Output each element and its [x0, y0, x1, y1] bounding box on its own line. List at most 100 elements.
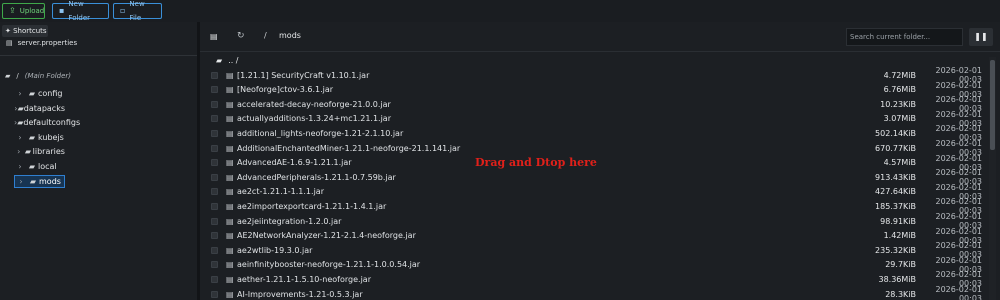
tree-root-label: / — [16, 72, 19, 80]
parent-directory-row[interactable]: ▰ .. / — [216, 56, 238, 65]
shortcut-server-properties[interactable]: ▤ server.properties — [6, 39, 77, 47]
row-checkbox[interactable] — [211, 261, 218, 269]
file-name[interactable]: actuallyadditions-1.3.24+mc1.21.1.jar — [237, 114, 856, 123]
list-view-icon[interactable]: ▤ — [210, 32, 218, 41]
sidebar-folder-label: local — [38, 162, 57, 171]
refresh-icon[interactable]: ↻ — [237, 31, 245, 41]
file-row[interactable]: ▤ ae2jeiintegration-1.2.0.jar 98.91KiB 2026… — [210, 212, 982, 230]
upload-button[interactable]: ⇪ Upload — [2, 3, 45, 19]
sidebar-folder-defaultconfigs[interactable]: › ▰ defaultconfigs — [14, 116, 80, 129]
file-row[interactable]: ▤ aether-1.21.1-1.5.10-neoforge.jar 38.36M… — [210, 270, 982, 288]
file-name[interactable]: [1.21.1] SecurityCraft v1.10.1.jar — [237, 71, 856, 80]
file-row[interactable]: ▤ AI-Improvements-1.21-0.5.3.jar 28.3KiB 20… — [210, 285, 983, 300]
file-name[interactable]: ae2importexportcard-1.21.1-1.4.1.jar — [237, 202, 856, 211]
shortcuts-label: Shortcuts — [13, 27, 47, 35]
row-checkbox[interactable] — [211, 173, 218, 181]
new-file-icon: ▫ — [120, 6, 126, 15]
tree-root[interactable]: ▰ / (Main Folder) — [5, 72, 71, 80]
file-icon: ▤ — [226, 85, 234, 95]
file-row[interactable]: ▤ ae2importexportcard-1.21.1-1.4.1.jar 185… — [210, 197, 982, 215]
file-name[interactable]: AI-Improvements-1.21-0.5.3.jar — [237, 290, 856, 299]
row-checkbox[interactable] — [211, 188, 218, 196]
file-row[interactable]: ▤ [Neoforge]ctov-3.6.1.jar 6.76MiB 2026-02-… — [210, 81, 982, 99]
folder-icon: ▰ — [29, 176, 37, 186]
row-checkbox[interactable] — [211, 86, 218, 94]
row-checkbox[interactable] — [211, 129, 218, 137]
file-name[interactable]: accelerated-decay-neoforge-21.0.0.jar — [237, 100, 856, 109]
row-checkbox[interactable] — [211, 290, 218, 298]
file-row[interactable]: ▤ AdvancedPeripherals-1.21.1-0.7.59b.jar 9… — [210, 168, 982, 186]
breadcrumb-root[interactable]: / — [264, 31, 267, 40]
sidebar-folder-label: libraries — [32, 147, 65, 157]
file-size: 4.57MiB — [883, 158, 916, 168]
file-icon: ▤ — [226, 201, 234, 211]
drop-zone-hint: Drag and Dtop here — [475, 156, 597, 169]
sidebar-folder-local[interactable]: › ▰ local — [14, 160, 65, 173]
shortcuts-header: ✦ Shortcuts — [2, 25, 48, 37]
new-file-button[interactable]: ▫ New File — [113, 0, 162, 22]
file-row[interactable]: ▤ accelerated-decay-neoforge-21.0.0.jar 10… — [210, 95, 982, 113]
sidebar-folder-mods[interactable]: › ▰ mods — [14, 174, 65, 188]
file-name[interactable]: AE2NetworkAnalyzer-1.21-2.1.4-neoforge.j… — [237, 231, 856, 240]
file-size: 670.77KiB — [875, 143, 916, 153]
file-name[interactable]: additional_lights-neoforge-1.21-2.1.10.j… — [237, 129, 856, 138]
file-row[interactable]: ▤ ae2wtlib-19.3.0.jar 235.32KiB 2026-02-01 … — [210, 241, 982, 259]
file-row[interactable]: ▤ aeinfinitybooster-neoforge-1.21.1-1.0.0… — [210, 256, 982, 274]
chevron-right-icon[interactable]: › — [14, 133, 26, 142]
file-date: 2026-02-01 00:03 — [935, 285, 983, 300]
row-checkbox[interactable] — [211, 159, 218, 167]
row-checkbox[interactable] — [211, 202, 218, 210]
sidebar-folder-label: defaultconfigs — [23, 118, 81, 128]
file-icon: ▤ — [226, 260, 234, 270]
folder-icon: ▰ — [216, 56, 223, 65]
sidebar-folder-libraries[interactable]: › ▰ libraries — [14, 145, 65, 158]
sidebar-folder-kubejs[interactable]: › ▰ kubejs — [14, 131, 65, 144]
row-checkbox[interactable] — [211, 246, 218, 254]
file-name[interactable]: ae2wtlib-19.3.0.jar — [237, 246, 856, 255]
file-row[interactable]: ▤ AdditionalEnchantedMiner-1.21.1-neoforg… — [210, 139, 982, 157]
chevron-right-icon[interactable]: › — [15, 177, 27, 186]
folder-icon: ▰ — [28, 89, 36, 98]
file-size: 427.64KiB — [875, 187, 916, 197]
sidebar-folder-config[interactable]: › ▰ config — [14, 87, 65, 100]
top-toolbar: ⇪ Upload ▪ New Folder ▫ New File — [0, 0, 1000, 22]
file-name[interactable]: aeinfinitybooster-neoforge-1.21.1-1.0.0.… — [237, 260, 856, 269]
pause-icon: ❚❚ — [974, 32, 988, 41]
row-checkbox[interactable] — [211, 100, 218, 108]
sidebar-divider — [0, 55, 197, 56]
file-name[interactable]: ae2ct-1.21.1-1.1.1.jar — [237, 187, 856, 196]
file-name[interactable]: AdvancedPeripherals-1.21.1-0.7.59b.jar — [237, 173, 856, 182]
row-checkbox[interactable] — [211, 232, 218, 240]
scrollbar-thumb[interactable] — [990, 60, 995, 150]
file-name[interactable]: [Neoforge]ctov-3.6.1.jar — [237, 85, 856, 94]
file-row[interactable]: ▤ actuallyadditions-1.3.24+mc1.21.1.jar 3.… — [210, 110, 982, 128]
file-name[interactable]: AdditionalEnchantedMiner-1.21.1-neoforge… — [237, 144, 856, 153]
file-name[interactable]: aether-1.21.1-1.5.10-neoforge.jar — [237, 275, 856, 284]
sidebar-folder-datapacks[interactable]: › ▰ datapacks — [14, 102, 65, 115]
folder-icon: ▰ — [28, 132, 36, 142]
file-size: 235.32KiB — [875, 245, 916, 255]
row-checkbox[interactable] — [211, 115, 218, 123]
breadcrumb-current[interactable]: mods — [279, 31, 301, 40]
file-icon: ▤ — [226, 274, 234, 284]
file-row[interactable]: ▤ AE2NetworkAnalyzer-1.21-2.1.4-neoforge.… — [210, 227, 982, 245]
file-name[interactable]: ae2jeiintegration-1.2.0.jar — [237, 217, 856, 226]
file-icon: ▤ — [226, 99, 234, 109]
pause-button[interactable]: ❚❚ — [969, 28, 993, 46]
file-row[interactable]: ▤ additional_lights-neoforge-1.21-2.1.10.… — [210, 124, 982, 142]
folder-icon: ▰ — [28, 162, 36, 171]
new-folder-button[interactable]: ▪ New Folder — [52, 0, 109, 22]
file-row[interactable]: ▤ ae2ct-1.21.1-1.1.1.jar 427.64KiB 2026-02-… — [210, 183, 982, 201]
chevron-right-icon[interactable]: › — [14, 89, 26, 98]
row-checkbox[interactable] — [211, 217, 218, 225]
chevron-right-icon[interactable]: › — [14, 162, 26, 171]
row-checkbox[interactable] — [211, 275, 218, 283]
file-browser: ▤ ↻ / mods ❚❚ ▰ .. / ▤[1.21.1] SecurityC… — [200, 22, 1000, 300]
file-row[interactable]: ▤ [1.21.1] SecurityCraft v1.10.1.jar 4.72M… — [210, 66, 982, 84]
row-checkbox[interactable] — [211, 144, 218, 152]
row-checkbox[interactable] — [211, 71, 218, 79]
chevron-right-icon[interactable]: › — [14, 147, 23, 156]
file-icon: ▤ — [226, 114, 234, 124]
file-size: 185.37KiB — [875, 201, 916, 211]
search-input[interactable] — [846, 28, 963, 46]
